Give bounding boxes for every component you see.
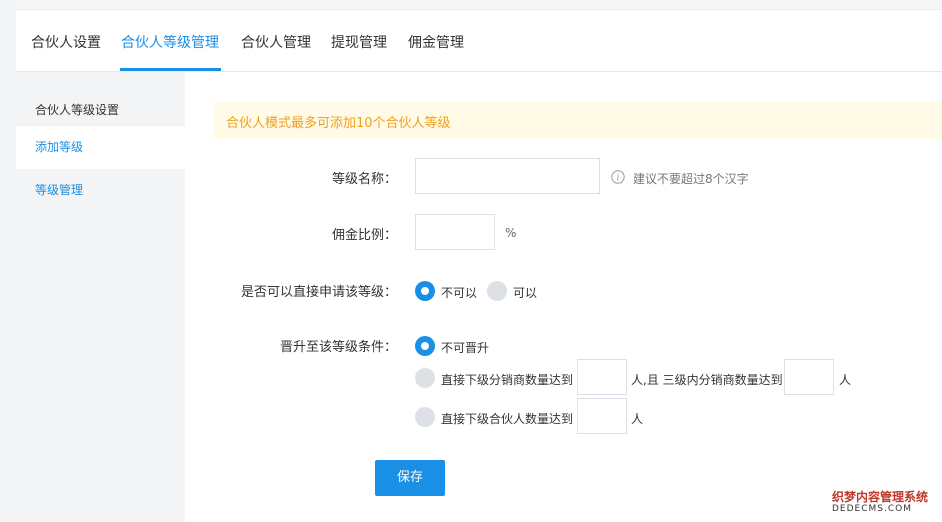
upgrade-partner-radio[interactable] [415,407,435,427]
upgrade-none-radio[interactable] [415,336,435,356]
notice-banner: 合伙人模式最多可添加10个合伙人等级 [214,101,942,139]
upgrade-distributor-prefix: 直接下级分销商数量达到 [441,373,574,387]
apply-no-radio[interactable] [415,281,435,301]
commission-label: 佣金比例： [331,228,397,243]
apply-directly-label: 是否可以直接申请该等级： [240,285,397,300]
apply-yes-label: 可以 [513,286,538,300]
direct-partner-count-input[interactable] [577,398,627,434]
svg-text:i: i [617,174,620,184]
top-bar [16,0,942,10]
tab-partner-level-management[interactable]: 合伙人等级管理 [121,32,219,52]
apply-yes-radio[interactable] [487,281,507,301]
upgrade-distributor-middle: 人,且 三级内分销商数量达到 [631,373,783,387]
level-name-hint: 建议不要超过8个汉字 [633,172,749,186]
tab-withdrawal-management[interactable]: 提现管理 [331,32,387,52]
commission-input[interactable] [415,214,495,250]
upgrade-partner-prefix: 直接下级合伙人数量达到 [441,412,574,426]
sidebar-title: 合伙人等级设置 [35,103,120,117]
tab-partner-management[interactable]: 合伙人管理 [241,32,311,52]
sidebar-item-add-level[interactable]: 添加等级 [16,126,185,169]
upgrade-partner-suffix: 人 [631,412,644,426]
tab-partner-settings[interactable]: 合伙人设置 [31,32,101,52]
upgrade-none-label: 不可晋升 [441,341,490,355]
level-name-label: 等级名称： [331,172,397,187]
left-gutter [0,0,16,522]
tab-commission-management[interactable]: 佣金管理 [408,32,464,52]
apply-no-label: 不可以 [441,286,478,300]
upgrade-distributor-radio[interactable] [415,368,435,388]
percent-unit: % [505,226,517,240]
level-name-input[interactable] [415,158,600,194]
tab-bar: 合伙人设置 合伙人等级管理 合伙人管理 提现管理 佣金管理 [16,10,942,72]
save-button[interactable]: 保存 [375,460,445,496]
upgrade-condition-label: 晋升至该等级条件： [279,340,397,355]
active-tab-indicator [120,68,221,71]
watermark-url: DEDECMS.COM [832,504,912,514]
notice-text: 合伙人模式最多可添加10个合伙人等级 [226,116,451,131]
upgrade-distributor-suffix: 人 [839,373,852,387]
direct-distributor-count-input[interactable] [577,359,627,395]
info-icon: i [611,170,625,184]
watermark-title: 织梦内容管理系统 [832,490,929,504]
third-level-distributor-count-input[interactable] [784,359,834,395]
